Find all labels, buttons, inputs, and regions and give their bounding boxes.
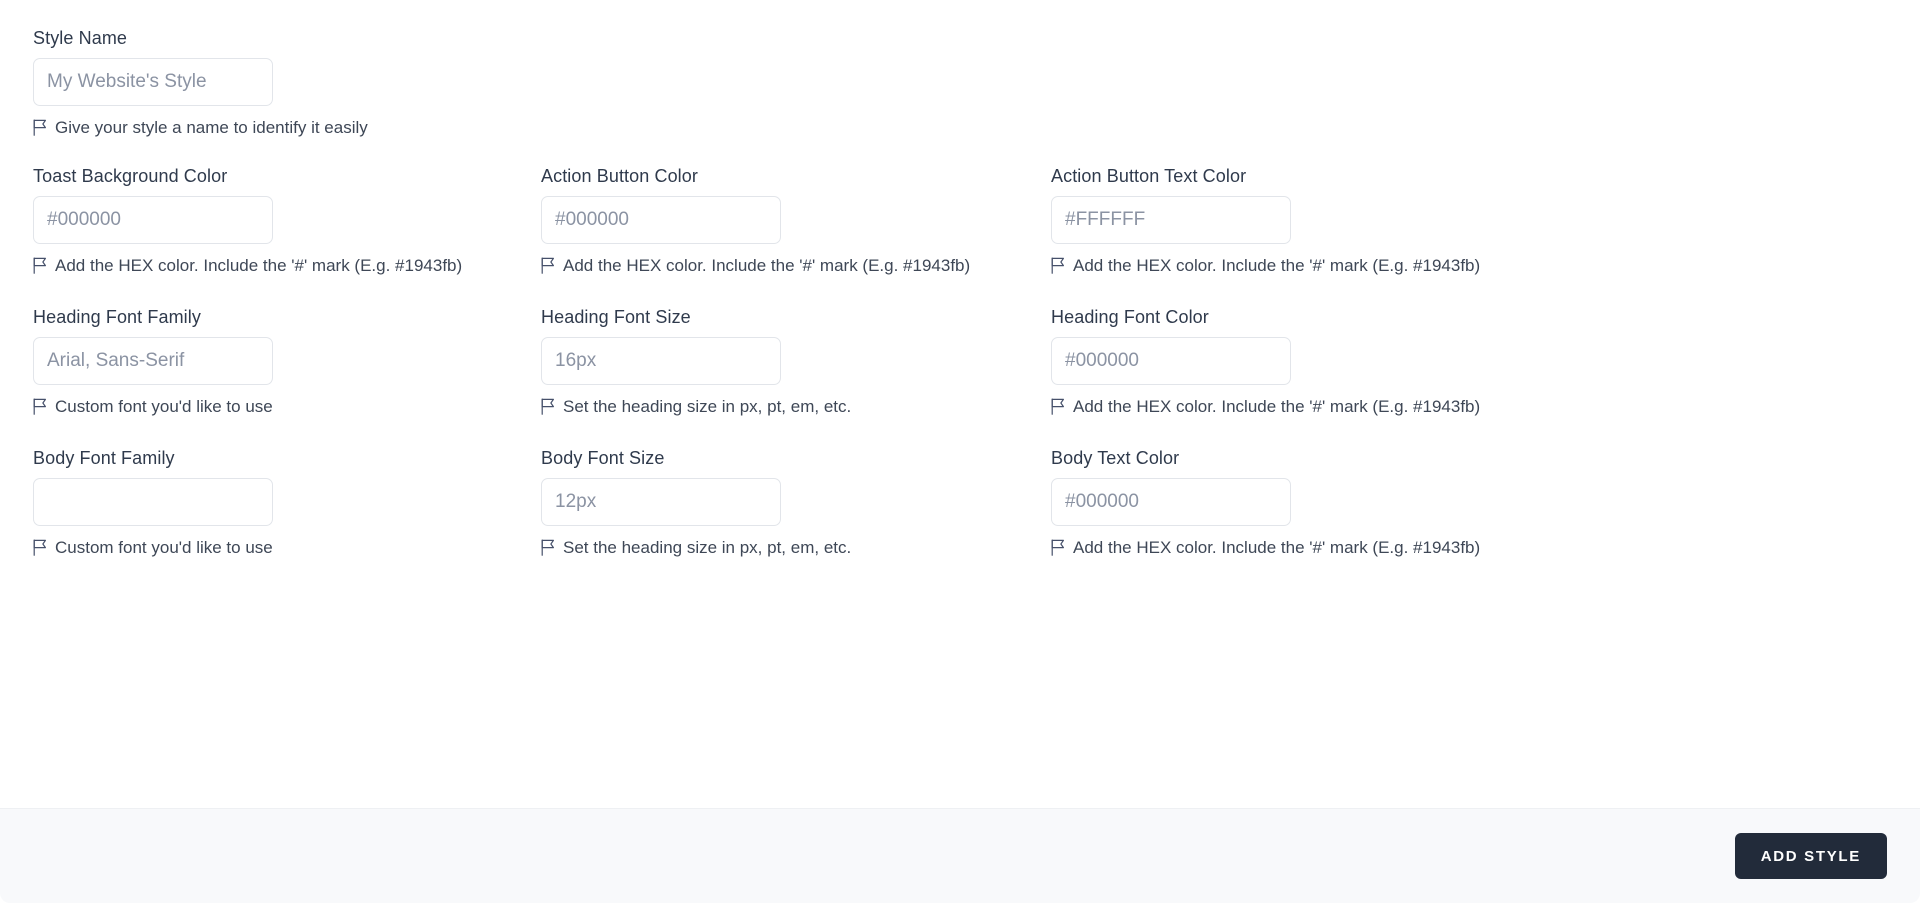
helper-text: Add the HEX color. Include the '#' mark … bbox=[1073, 538, 1481, 557]
label-body-font-family: Body Font Family bbox=[33, 448, 175, 468]
flag-icon bbox=[33, 257, 46, 274]
flag-icon bbox=[33, 119, 46, 136]
field-style-name: Style Name Give your style a name to ide… bbox=[33, 27, 368, 138]
flag-icon bbox=[1051, 257, 1064, 274]
row-spacer bbox=[33, 138, 1887, 165]
helper-heading-font-color: Add the HEX color. Include the '#' mark … bbox=[1051, 396, 1480, 417]
field-heading-font-color: Heading Font Color Add the HEX color. In… bbox=[1051, 306, 1480, 417]
label-style-name: Style Name bbox=[33, 28, 128, 48]
field-action-button-text-color: Action Button Text Color Add the HEX col… bbox=[1051, 165, 1480, 276]
add-style-button[interactable]: Add Style bbox=[1734, 833, 1887, 879]
input-body-font-size[interactable] bbox=[541, 478, 781, 526]
style-form-card: Style Name Give your style a name to ide… bbox=[0, 0, 1920, 903]
label-heading-font-color: Heading Font Color bbox=[1051, 307, 1209, 327]
label-heading-font-size: Heading Font Size bbox=[541, 307, 691, 327]
form-row-style-name: Style Name Give your style a name to ide… bbox=[33, 27, 1887, 138]
flag-icon bbox=[541, 257, 554, 274]
label-body-text-color: Body Text Color bbox=[1051, 448, 1180, 468]
input-action-button-text-color[interactable] bbox=[1051, 196, 1291, 244]
helper-heading-font-size: Set the heading size in px, pt, em, etc. bbox=[541, 396, 851, 417]
form-row-heading-font: Heading Font Family Custom font you'd li… bbox=[33, 306, 1887, 417]
helper-text: Give your style a name to identify it ea… bbox=[55, 118, 368, 137]
flag-icon bbox=[541, 398, 554, 415]
field-body-font-family: Body Font Family Custom font you'd like … bbox=[33, 447, 273, 558]
input-action-button-color[interactable] bbox=[541, 196, 781, 244]
flag-icon bbox=[33, 398, 46, 415]
input-heading-font-family[interactable] bbox=[33, 337, 273, 385]
helper-text: Custom font you'd like to use bbox=[55, 397, 273, 416]
form-row-colors: Toast Background Color Add the HEX color… bbox=[33, 165, 1887, 276]
field-toast-background-color: Toast Background Color Add the HEX color… bbox=[33, 165, 462, 276]
input-body-text-color[interactable] bbox=[1051, 478, 1291, 526]
helper-body-text-color: Add the HEX color. Include the '#' mark … bbox=[1051, 537, 1480, 558]
helper-text: Custom font you'd like to use bbox=[55, 538, 273, 557]
helper-style-name: Give your style a name to identify it ea… bbox=[33, 117, 368, 138]
form-body: Style Name Give your style a name to ide… bbox=[0, 0, 1920, 808]
input-heading-font-size[interactable] bbox=[541, 337, 781, 385]
helper-text: Add the HEX color. Include the '#' mark … bbox=[55, 256, 463, 275]
field-body-font-size: Body Font Size Set the heading size in p… bbox=[541, 447, 851, 558]
input-body-font-family[interactable] bbox=[33, 478, 273, 526]
helper-body-font-family: Custom font you'd like to use bbox=[33, 537, 273, 558]
field-heading-font-size: Heading Font Size Set the heading size i… bbox=[541, 306, 851, 417]
input-toast-background-color[interactable] bbox=[33, 196, 273, 244]
flag-icon bbox=[33, 539, 46, 556]
form-footer: Add Style bbox=[0, 808, 1920, 903]
label-action-button-color: Action Button Color bbox=[541, 166, 698, 186]
form-row-body-font: Body Font Family Custom font you'd like … bbox=[33, 447, 1887, 558]
helper-action-button-color: Add the HEX color. Include the '#' mark … bbox=[541, 255, 970, 276]
flag-icon bbox=[541, 539, 554, 556]
helper-text: Add the HEX color. Include the '#' mark … bbox=[1073, 256, 1481, 275]
helper-action-button-text-color: Add the HEX color. Include the '#' mark … bbox=[1051, 255, 1480, 276]
flag-icon bbox=[1051, 398, 1064, 415]
helper-text: Set the heading size in px, pt, em, etc. bbox=[563, 397, 852, 416]
helper-toast-background-color: Add the HEX color. Include the '#' mark … bbox=[33, 255, 462, 276]
flag-icon bbox=[1051, 539, 1064, 556]
label-body-font-size: Body Font Size bbox=[541, 448, 665, 468]
input-heading-font-color[interactable] bbox=[1051, 337, 1291, 385]
helper-heading-font-family: Custom font you'd like to use bbox=[33, 396, 273, 417]
label-toast-background-color: Toast Background Color bbox=[33, 166, 228, 186]
input-style-name[interactable] bbox=[33, 58, 273, 106]
field-heading-font-family: Heading Font Family Custom font you'd li… bbox=[33, 306, 273, 417]
helper-text: Add the HEX color. Include the '#' mark … bbox=[563, 256, 971, 275]
helper-body-font-size: Set the heading size in px, pt, em, etc. bbox=[541, 537, 851, 558]
field-action-button-color: Action Button Color Add the HEX color. I… bbox=[541, 165, 970, 276]
helper-text: Set the heading size in px, pt, em, etc. bbox=[563, 538, 852, 557]
label-action-button-text-color: Action Button Text Color bbox=[1051, 166, 1247, 186]
label-heading-font-family: Heading Font Family bbox=[33, 307, 201, 327]
field-body-text-color: Body Text Color Add the HEX color. Inclu… bbox=[1051, 447, 1480, 558]
helper-text: Add the HEX color. Include the '#' mark … bbox=[1073, 397, 1481, 416]
